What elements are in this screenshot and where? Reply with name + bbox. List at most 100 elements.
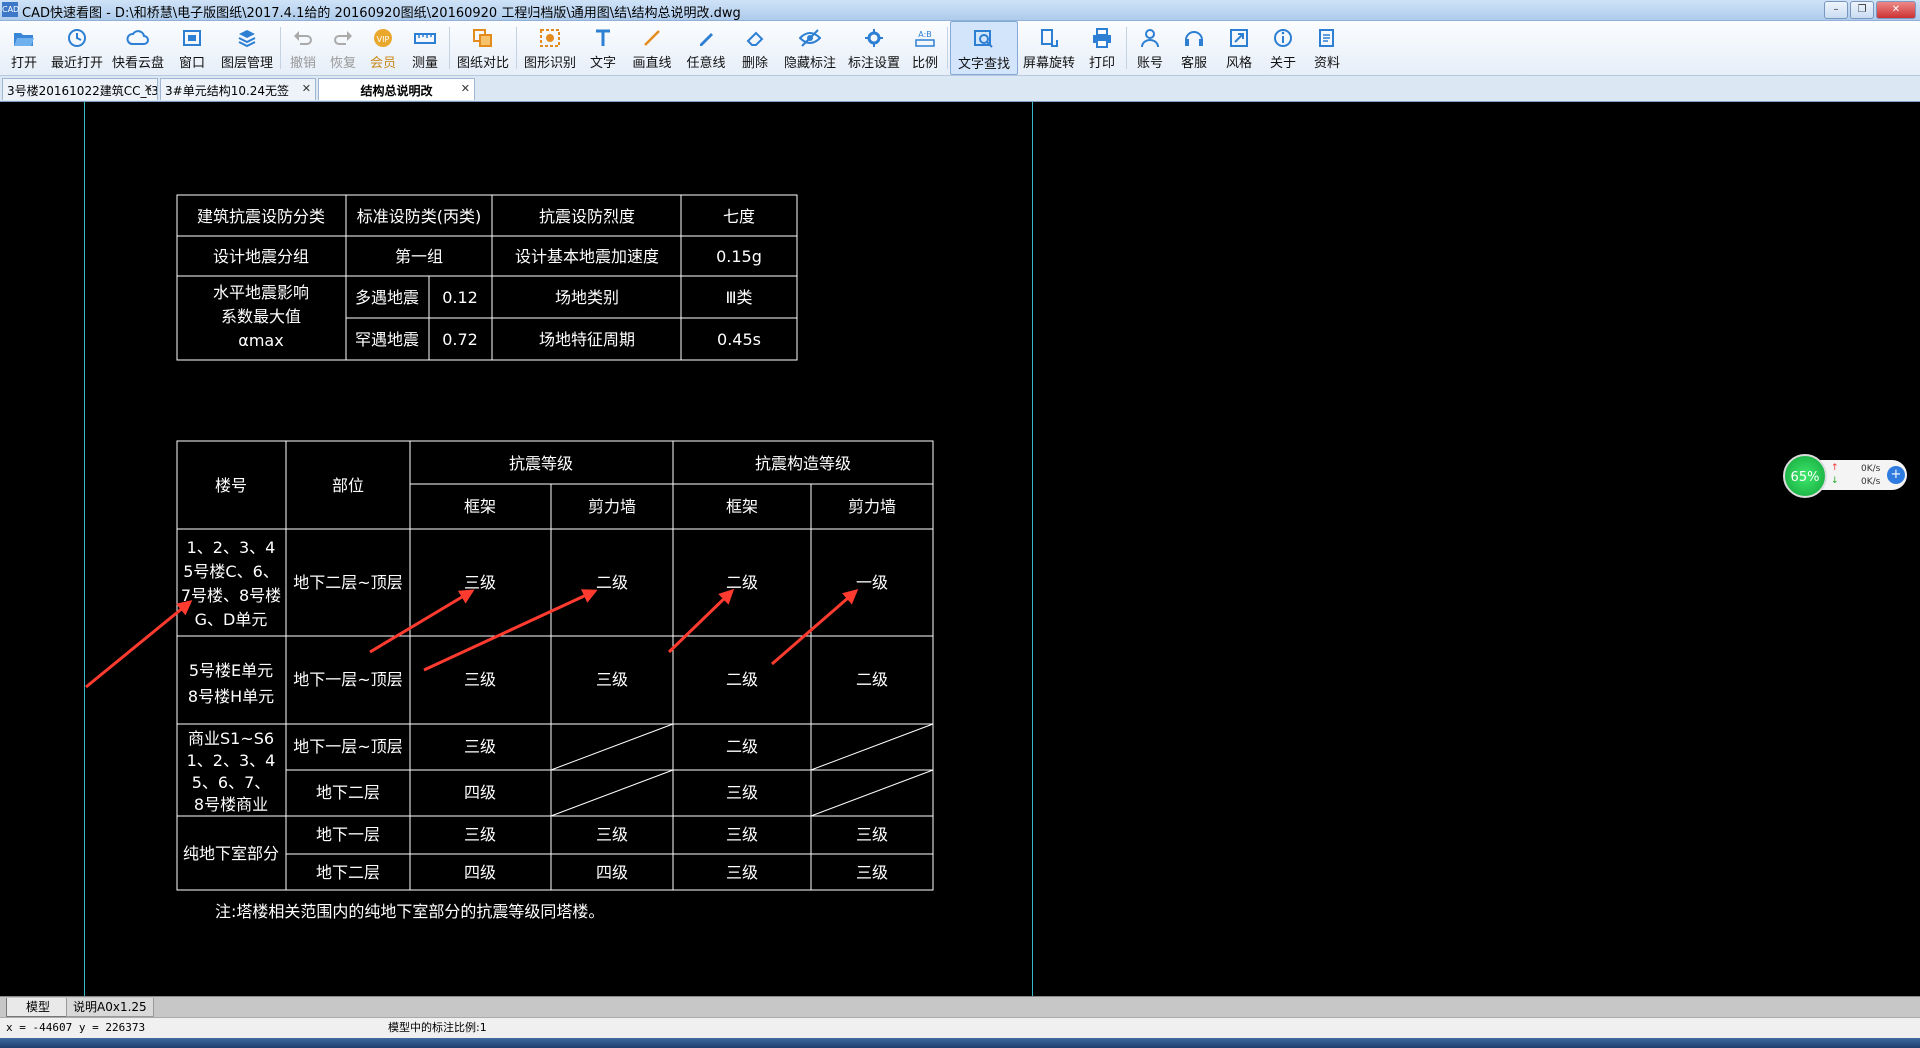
plus-icon[interactable]: +: [1887, 466, 1905, 484]
drawing-canvas[interactable]: 建筑抗震设防分类 标准设防类(丙类) 抗震设防烈度 七度 设计地震分组 第一组 …: [0, 102, 1920, 996]
cell-text: 三级: [726, 863, 758, 882]
tab-unit3[interactable]: 3#单元结构10.24无签 ✕: [160, 78, 316, 100]
close-button[interactable]: ✕: [1876, 1, 1916, 19]
cell-text: 建筑抗震设防分类: [197, 207, 325, 226]
pen-icon: [693, 26, 719, 50]
tab-model[interactable]: 模型: [6, 998, 70, 1017]
window-button[interactable]: 窗口: [168, 21, 216, 75]
cell-text: 三级: [596, 670, 628, 689]
annotation-arrow: [771, 589, 859, 666]
delete-button[interactable]: 删除: [733, 21, 777, 75]
tab-close-icon[interactable]: ✕: [144, 82, 153, 95]
cad-drawing: 建筑抗震设防分类 标准设防类(丙类) 抗震设防烈度 七度 设计地震分组 第一组 …: [85, 194, 934, 921]
vip-button[interactable]: VIP 会员: [363, 21, 403, 75]
cell-text: 三级: [856, 863, 888, 882]
layers-button[interactable]: 图层管理: [216, 21, 278, 75]
tab-layout-sheet[interactable]: 说明A0x1.25: [66, 998, 154, 1017]
cloud-button[interactable]: 快看云盘: [108, 21, 168, 75]
app-icon: CAD: [2, 2, 19, 17]
cell-text: 水平地震影响: [213, 283, 309, 302]
text-search-button[interactable]: 文字查找: [950, 21, 1018, 75]
rotate-screen-button[interactable]: 屏幕旋转: [1018, 21, 1080, 75]
clock-icon: [64, 26, 90, 50]
redo-button[interactable]: 恢复: [323, 21, 363, 75]
account-button[interactable]: 账号: [1129, 21, 1171, 75]
cell-text: 纯地下室部分: [183, 844, 279, 863]
open-button[interactable]: 打开: [2, 21, 46, 75]
upload-arrow-icon: ↑: [1831, 463, 1839, 473]
cell-text: 1、2、3、4: [187, 538, 276, 557]
measure-button[interactable]: 测量: [403, 21, 447, 75]
freeline-button[interactable]: 任意线: [679, 21, 733, 75]
cell-text: 8号楼商业: [194, 795, 268, 814]
style-button[interactable]: 风格: [1217, 21, 1261, 75]
about-button[interactable]: 关于: [1261, 21, 1305, 75]
cell-text: 地下二层~顶层: [293, 573, 402, 592]
speed-panel: ↑ 0K/s ↓ 0K/s +: [1817, 460, 1907, 490]
recent-button[interactable]: 最近打开: [46, 21, 108, 75]
docs-icon: [1314, 26, 1340, 50]
toolbar-separator: [449, 27, 450, 69]
title-bar: CAD CAD快速看图 - D:\和桥慧\电子版图纸\2017.4.1给的 20…: [0, 0, 1920, 21]
toolbar-separator: [516, 27, 517, 69]
tab-structure-notes[interactable]: 结构总说明改 ✕: [318, 78, 475, 100]
print-button[interactable]: 打印: [1080, 21, 1124, 75]
rotate-screen-icon: [1036, 26, 1062, 50]
headset-icon: [1181, 26, 1207, 50]
user-icon: [1137, 26, 1163, 50]
cell-text: 场地特征周期: [539, 330, 635, 349]
recognize-button[interactable]: 图形识别: [519, 21, 581, 75]
table2-grid: [176, 440, 934, 891]
text-icon: [590, 26, 616, 50]
docs-button[interactable]: 资料: [1305, 21, 1349, 75]
header-text: 抗震构造等级: [755, 454, 851, 473]
compare-button[interactable]: 图纸对比: [452, 21, 514, 75]
header-text: 楼号: [215, 476, 247, 495]
shape-recognize-icon: [537, 26, 563, 50]
download-speed: 0K/s: [1861, 477, 1881, 487]
network-speed-widget[interactable]: ↑ 0K/s ↓ 0K/s + 65%: [1783, 454, 1909, 498]
header-text: 抗震等级: [509, 454, 573, 473]
annotation-scale: 模型中的标注比例:1: [388, 1021, 487, 1034]
tab-building3[interactable]: 3号楼20161022建筑CC_t3 ✕: [2, 78, 158, 100]
cell-text: 0.12: [442, 288, 478, 307]
toolbar-separator: [280, 27, 281, 69]
printer-icon: [1089, 26, 1115, 50]
tab-close-icon[interactable]: ✕: [302, 82, 311, 95]
tab-close-icon[interactable]: ✕: [461, 82, 470, 95]
minimize-button[interactable]: –: [1824, 1, 1848, 19]
text-button[interactable]: 文字: [581, 21, 625, 75]
text-search-icon: [971, 27, 997, 51]
layers-icon: [234, 26, 260, 50]
hide-mark-button[interactable]: 隐藏标注: [777, 21, 843, 75]
table2-text: 楼号 部位 抗震等级 抗震构造等级 框架 剪力墙 框架 剪力墙 1、2、3、4 …: [181, 454, 896, 882]
cell-text: 七度: [723, 207, 755, 226]
cell-text: 第一组: [395, 247, 443, 266]
scale-button[interactable]: A:B 比例: [905, 21, 945, 75]
cell-text: 二级: [596, 573, 628, 592]
header-text: 框架: [726, 497, 758, 516]
cell-text: 三级: [726, 783, 758, 802]
svg-text:VIP: VIP: [377, 35, 390, 44]
info-icon: [1270, 26, 1296, 50]
undo-button[interactable]: 撤销: [283, 21, 323, 75]
cell-text: 四级: [464, 863, 496, 882]
cell-text: 地下一层~顶层: [293, 670, 402, 689]
vip-icon: VIP: [370, 26, 396, 50]
header-text: 剪力墙: [848, 497, 896, 516]
cell-text: 四级: [596, 863, 628, 882]
eraser-icon: [742, 26, 768, 50]
mark-settings-button[interactable]: 标注设置: [843, 21, 905, 75]
line-button[interactable]: 画直线: [625, 21, 679, 75]
layout-tabs: 模型 说明A0x1.25: [0, 996, 1920, 1017]
maximize-button[interactable]: ❐: [1850, 1, 1874, 19]
annotation-arrow: [667, 588, 735, 654]
cell-text: 标准设防类(丙类): [357, 207, 482, 226]
header-text: 框架: [464, 497, 496, 516]
scale-icon: A:B: [912, 26, 938, 50]
os-taskbar: [0, 1038, 1920, 1048]
memory-percent-badge[interactable]: 65%: [1783, 454, 1827, 498]
cell-text: 二级: [726, 670, 758, 689]
folder-open-icon: [11, 26, 37, 50]
service-button[interactable]: 客服: [1171, 21, 1217, 75]
